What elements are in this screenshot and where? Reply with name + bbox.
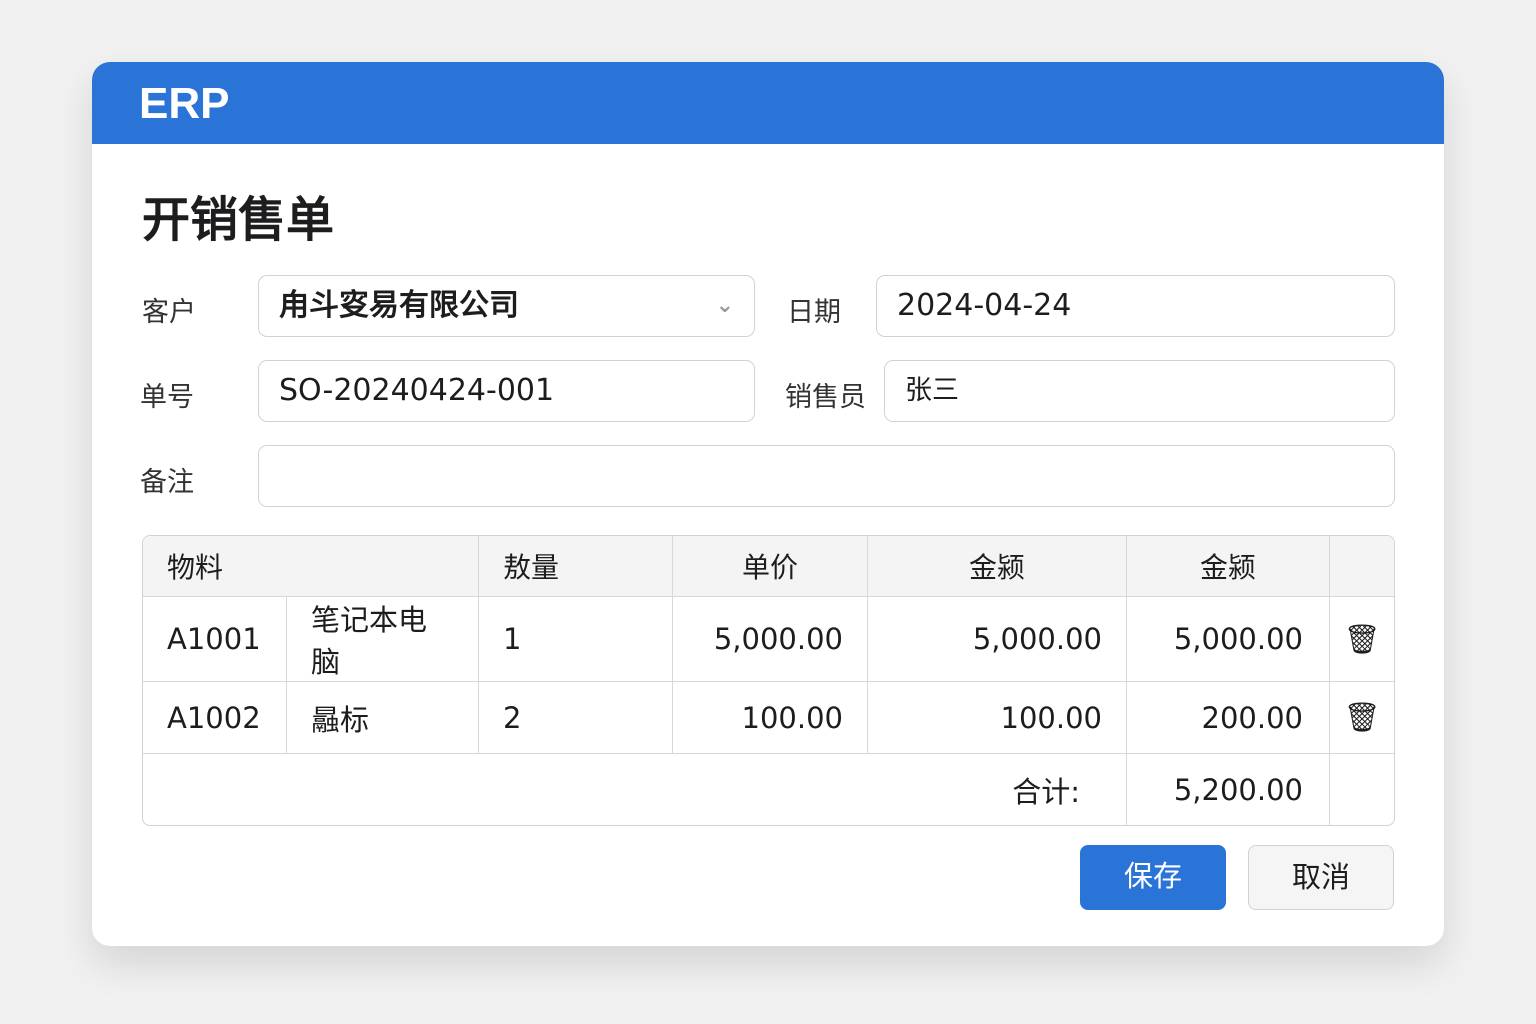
trash-icon[interactable]: 🗑 <box>1330 682 1394 754</box>
chevron-down-icon: ⌄ <box>715 293 734 318</box>
empty-cell <box>1330 754 1394 825</box>
item-amount2: 5,000.00 <box>1127 597 1330 682</box>
table-row: A1001 笔记本电脑 1 5,000.00 5,000.00 5,000.00… <box>143 597 1394 682</box>
item-qty[interactable]: 1 <box>479 597 673 682</box>
item-amount1: 5,000.00 <box>868 597 1127 682</box>
col-amount2: 金颍 <box>1127 536 1330 597</box>
item-amount1: 100.00 <box>868 682 1127 754</box>
salesperson-label: 销售员 <box>785 382 866 413</box>
remark-input[interactable] <box>258 445 1395 507</box>
customer-value: 甪斗叜易有限公司 <box>279 288 519 323</box>
table-row: A1002 曧标 2 100.00 100.00 200.00 🗑 <box>143 682 1394 754</box>
col-price: 单价 <box>673 536 868 597</box>
order-no-input[interactable]: SO-20240424-001 <box>258 360 755 422</box>
col-amount1: 金颍 <box>868 536 1127 597</box>
item-amount2: 200.00 <box>1127 682 1330 754</box>
items-table: 物料 敖量 单价 金颍 金颍 A1001 笔记本电脑 1 5,000.00 5,… <box>142 535 1395 826</box>
customer-label: 客户 <box>142 297 196 328</box>
sales-order-card: ERP 开销售单 客户 甪斗叜易有限公司 ⌄ 日期 2024-04-24 单号 S… <box>92 62 1444 946</box>
save-button[interactable]: 保存 <box>1080 845 1226 910</box>
remark-label: 备注 <box>140 467 194 498</box>
col-actions <box>1330 536 1394 597</box>
item-qty[interactable]: 2 <box>479 682 673 754</box>
total-value: 5,200.00 <box>1127 754 1330 825</box>
item-price[interactable]: 100.00 <box>673 682 868 754</box>
total-row: 合计: 5,200.00 <box>143 754 1394 825</box>
item-price[interactable]: 5,000.00 <box>673 597 868 682</box>
col-qty: 敖量 <box>479 536 673 597</box>
salesperson-input[interactable]: 张三 <box>884 360 1395 422</box>
col-material: 物料 <box>143 536 479 597</box>
app-header: ERP <box>92 62 1444 144</box>
item-code: A1001 <box>143 597 287 682</box>
date-input[interactable]: 2024-04-24 <box>876 275 1395 337</box>
date-label: 日期 <box>787 297 841 328</box>
total-label: 合计: <box>143 754 1127 825</box>
customer-select[interactable]: 甪斗叜易有限公司 ⌄ <box>258 275 755 337</box>
page-title: 开销售单 <box>142 192 335 248</box>
item-code: A1002 <box>143 682 287 754</box>
trash-icon[interactable]: 🗑 <box>1330 597 1394 682</box>
item-name: 笔记本电脑 <box>287 597 479 682</box>
order-no-label: 单号 <box>140 382 194 413</box>
item-name: 曧标 <box>287 682 479 754</box>
cancel-button[interactable]: 取消 <box>1248 845 1394 910</box>
